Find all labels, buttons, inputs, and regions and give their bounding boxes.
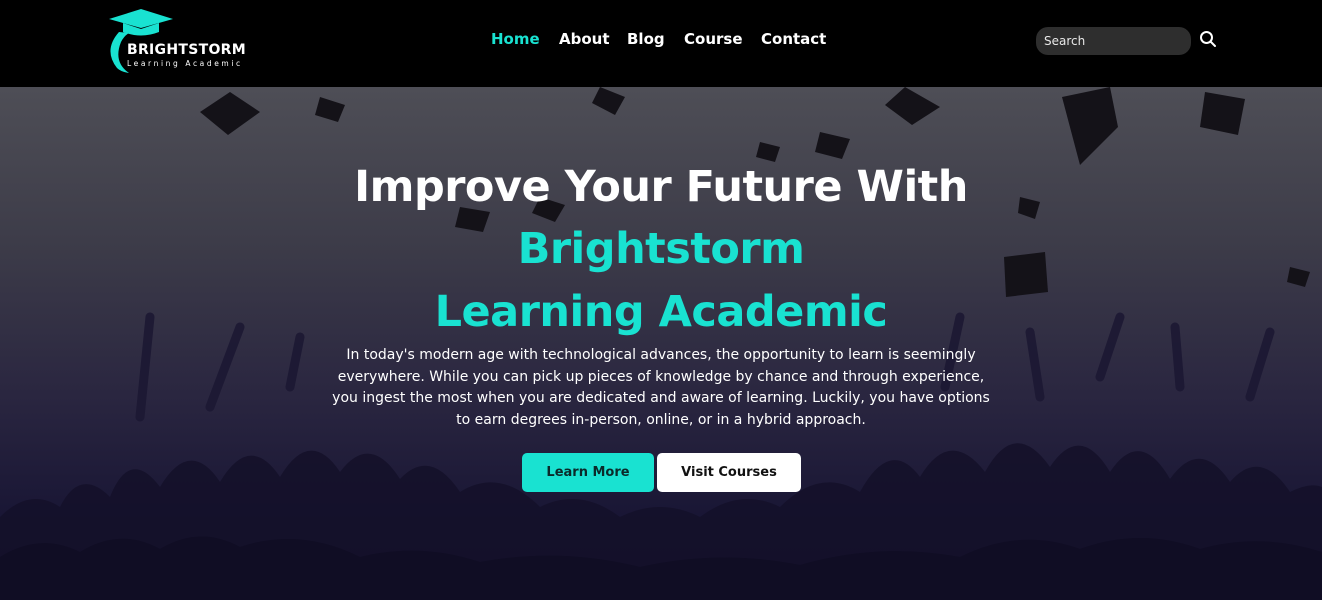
nav-blog[interactable]: Blog [627, 30, 665, 48]
nav-about[interactable]: About [559, 30, 610, 48]
nav-home[interactable]: Home [491, 30, 540, 48]
nav-contact[interactable]: Contact [761, 30, 826, 48]
visit-courses-button[interactable]: Visit Courses [657, 453, 801, 492]
search-icon[interactable] [1199, 30, 1217, 48]
hero-section: Improve Your Future With Brightstorm Lea… [0, 87, 1322, 600]
hero-title: Improve Your Future With [354, 162, 968, 212]
search-input[interactable] [1036, 27, 1191, 55]
learn-more-button[interactable]: Learn More [522, 453, 654, 492]
hero-description: In today's modern age with technological… [332, 347, 990, 428]
search-box [1036, 27, 1191, 55]
hero-accent-line-2: Learning Academic [434, 287, 888, 337]
logo-tagline: Learning Academic [127, 59, 243, 68]
site-header: BRIGHTSTORM Learning Academic Home About… [0, 0, 1322, 87]
hero-accent-line-1: Brightstorm [517, 224, 805, 274]
nav-course[interactable]: Course [684, 30, 743, 48]
